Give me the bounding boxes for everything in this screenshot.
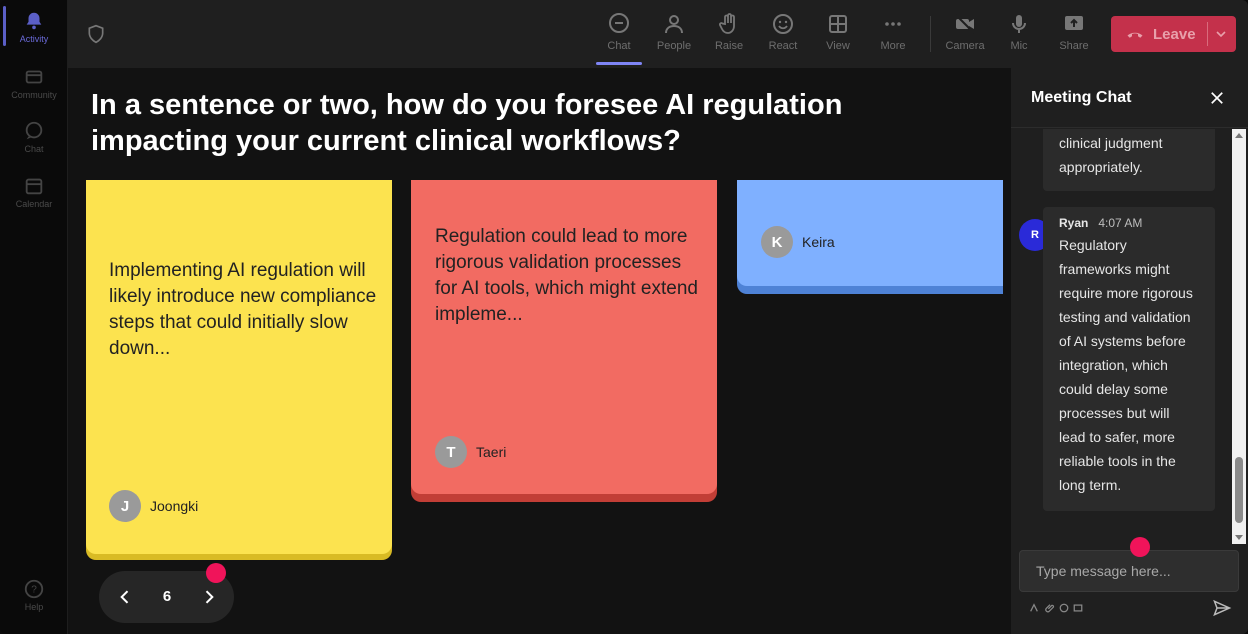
more-icon <box>885 22 901 26</box>
toolbar-button-label: Raise <box>714 40 744 52</box>
rail-item-help[interactable]: ? Help <box>0 578 68 612</box>
toolbar-mic-button[interactable]: Mic <box>994 12 1044 52</box>
chat-scrollbar[interactable] <box>1232 129 1246 544</box>
toolbar-button-label: React <box>768 40 798 52</box>
highlight-dot <box>1130 537 1150 557</box>
toolbar-view-button[interactable]: View <box>813 12 863 52</box>
send-icon[interactable] <box>1212 598 1232 618</box>
shield-icon[interactable] <box>86 24 106 44</box>
page-number: 6 <box>162 588 172 605</box>
message-meta: Ryan 4:07 AM <box>1059 215 1199 231</box>
hand-icon <box>719 13 735 34</box>
emoji-icon[interactable] <box>1059 603 1069 613</box>
calendar-icon <box>23 175 45 197</box>
message-input[interactable] <box>1019 550 1239 592</box>
toolbar-chat-button[interactable]: Chat <box>594 12 644 52</box>
highlight-dot <box>206 563 226 583</box>
scroll-down-arrow[interactable] <box>1235 535 1243 540</box>
message-text: clinical judgment appropriately. <box>1059 135 1163 175</box>
attach-icon[interactable] <box>1045 603 1055 613</box>
author-name: Keira <box>802 234 835 250</box>
toolbar-share-button[interactable]: Share <box>1049 12 1099 52</box>
rail-item-label: Calendar <box>15 199 53 209</box>
rail-item-calendar[interactable]: Calendar <box>0 175 68 209</box>
leave-divider <box>1207 22 1208 46</box>
meeting-window: Activity Community Chat Calendar ? Help <box>0 0 1248 634</box>
card-author: J Joongki <box>109 490 198 522</box>
active-tab-indicator <box>596 62 642 65</box>
chat-icon <box>23 120 45 142</box>
card-text: Implementing AI regulation will likely i… <box>109 260 377 359</box>
phone-hangup-icon <box>1127 32 1143 38</box>
svg-text:?: ? <box>31 585 37 596</box>
toolbar-button-label: Camera <box>945 40 985 52</box>
rail-item-community[interactable]: Community <box>0 66 68 100</box>
people-icon <box>665 15 683 34</box>
bell-icon <box>23 10 45 32</box>
whiteboard-stage: In a sentence or two, how do you foresee… <box>68 68 1011 634</box>
toolbar-people-button[interactable]: People <box>649 12 699 52</box>
response-card-taeri[interactable]: Regulation could lead to more rigorous v… <box>411 180 717 494</box>
chat-icon <box>609 13 629 33</box>
chat-header: Meeting Chat <box>1011 68 1248 128</box>
message-text: Regulatory frameworks might require more… <box>1059 237 1193 493</box>
toolbar-button-label: Mic <box>1010 40 1028 52</box>
share-icon <box>1065 16 1083 30</box>
gif-icon[interactable] <box>1073 603 1083 613</box>
question-title: In a sentence or two, how do you foresee… <box>91 89 843 157</box>
toolbar-button-label: More <box>880 40 906 52</box>
leave-button[interactable]: Leave <box>1111 16 1236 52</box>
card-author: T Taeri <box>435 436 506 468</box>
rail-item-label: Help <box>24 602 44 612</box>
chat-message: Ryan 4:07 AM Regulatory frameworks might … <box>1043 207 1215 511</box>
toolbar-button-label: Share <box>1059 40 1089 52</box>
rail-item-activity[interactable]: Activity <box>0 10 68 44</box>
response-card-keira[interactable]: K Keira <box>737 180 1003 286</box>
response-card-joongki[interactable]: Implementing AI regulation will likely i… <box>86 180 392 554</box>
close-icon[interactable] <box>1208 89 1226 107</box>
toolbar-raise-button[interactable]: Raise <box>704 12 754 52</box>
toolbar-more-button[interactable]: More <box>868 12 918 52</box>
toolbar-camera-button[interactable]: Camera <box>940 12 990 52</box>
message-time: 4:07 AM <box>1098 216 1143 230</box>
chevron-down-icon[interactable] <box>1213 26 1229 42</box>
avatar: K <box>761 226 793 258</box>
toolbar-button-label: View <box>826 40 850 52</box>
format-icon[interactable] <box>1029 603 1039 613</box>
chevron-right-icon[interactable] <box>199 587 219 607</box>
author-name: Taeri <box>476 444 507 460</box>
chat-message: clinical judgment appropriately. <box>1043 129 1215 191</box>
chevron-left-icon[interactable] <box>115 587 135 607</box>
smiley-icon <box>773 14 793 34</box>
mic-icon <box>1012 15 1026 33</box>
card-author: K Keira <box>761 226 835 258</box>
rail-item-label: Activity <box>19 34 49 44</box>
message-author: Ryan <box>1059 216 1089 230</box>
meeting-toolbar: Chat People Raise React View More Camera <box>68 0 1248 68</box>
app-rail: Activity Community Chat Calendar ? Help <box>0 0 68 634</box>
scrollbar-thumb[interactable] <box>1235 457 1243 523</box>
community-icon <box>23 66 45 88</box>
chat-title: Meeting Chat <box>1031 89 1132 106</box>
author-name: Joongki <box>150 498 199 514</box>
toolbar-button-label: People <box>656 40 692 52</box>
camera-off-icon <box>955 14 975 34</box>
avatar: T <box>435 436 467 468</box>
toolbar-button-label: Chat <box>607 40 631 52</box>
meeting-chat-panel: Meeting Chat clinical judgment appropria… <box>1011 68 1248 634</box>
rail-item-label: Community <box>11 90 57 100</box>
rail-item-chat[interactable]: Chat <box>0 120 68 154</box>
chat-message-list[interactable]: clinical judgment appropriately. R Ryan 4… <box>1011 129 1248 544</box>
card-text: Regulation could lead to more rigorous v… <box>435 226 698 325</box>
grid-icon <box>829 15 847 33</box>
help-icon: ? <box>23 578 45 600</box>
avatar: J <box>109 490 141 522</box>
scroll-up-arrow[interactable] <box>1235 133 1243 138</box>
toolbar-react-button[interactable]: React <box>758 12 808 52</box>
toolbar-separator <box>930 16 931 52</box>
rail-item-label: Chat <box>24 144 44 154</box>
leave-label: Leave <box>1153 26 1196 43</box>
